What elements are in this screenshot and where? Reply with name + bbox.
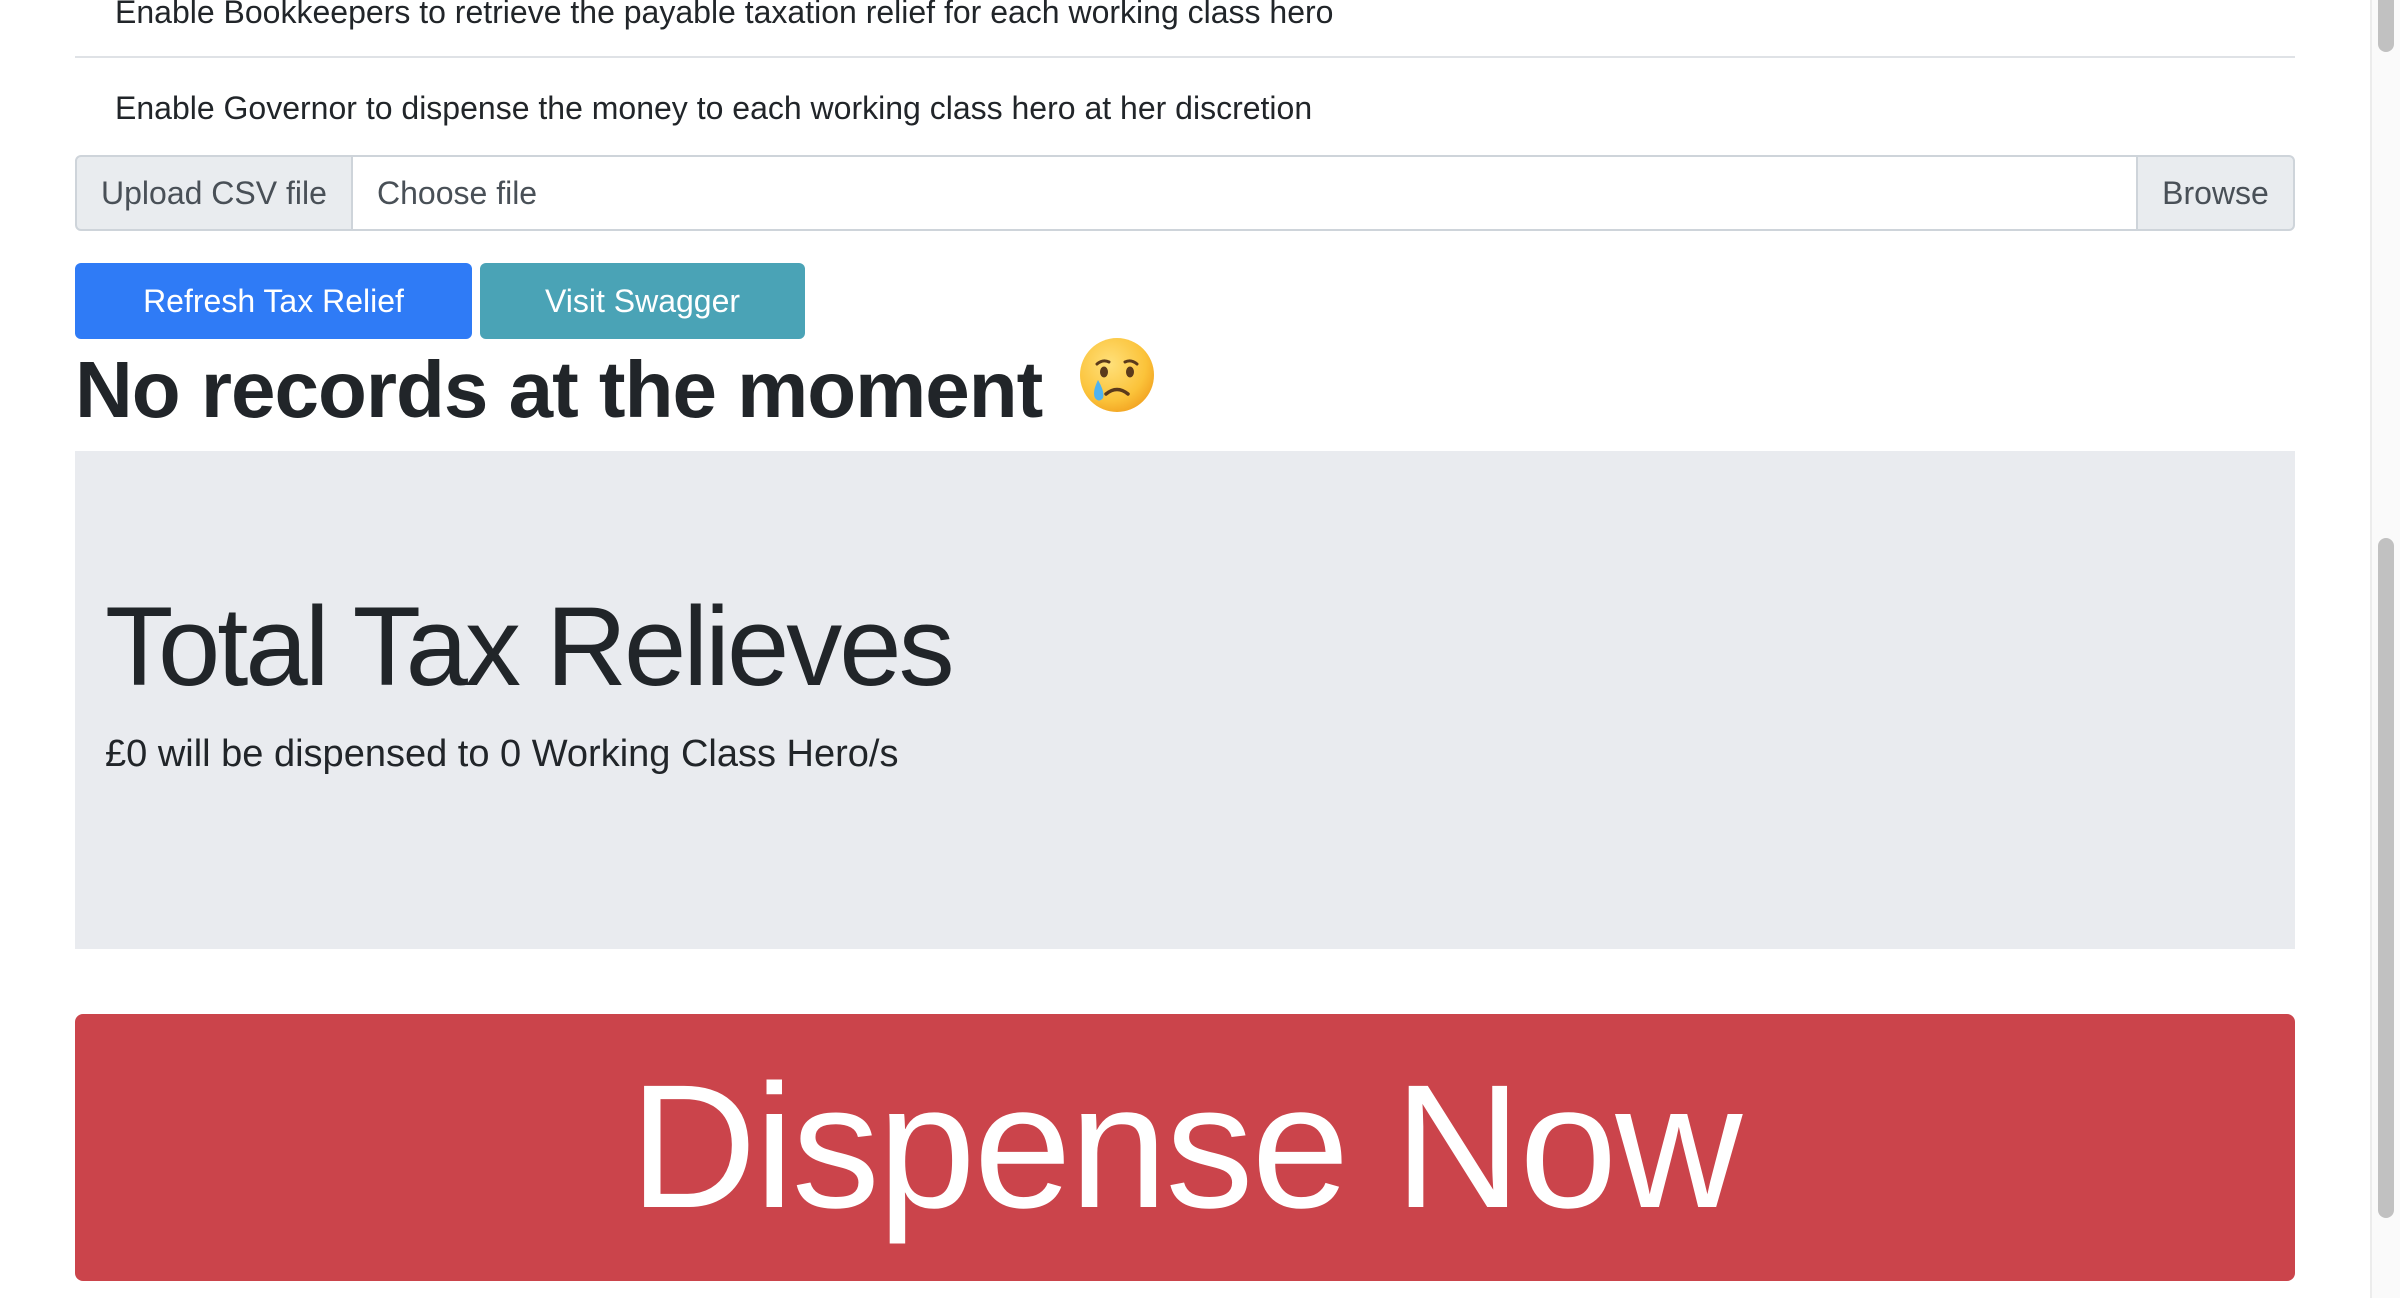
requirement-item: Enable Bookkeepers to retrieve the payab… [75, 0, 2295, 58]
requirement-text: Enable Governor to dispense the money to… [115, 90, 1313, 126]
csv-upload-group: Upload CSV file Choose file Browse [75, 155, 2295, 231]
refresh-tax-relief-button[interactable]: Refresh Tax Relief Table [75, 263, 472, 395]
scrollbar-thumb[interactable] [2378, 538, 2394, 1218]
upload-csv-label: Upload CSV file [75, 155, 353, 231]
file-input[interactable]: Choose file [353, 155, 2136, 231]
requirement-item: Enable Governor to dispense the money to… [75, 88, 2295, 128]
page: Enable Bookkeepers to retrieve the payab… [0, 0, 2400, 1298]
requirement-text: Enable Bookkeepers to retrieve the payab… [115, 0, 1334, 30]
tax-relief-summary: Total Tax Relieves £0 will be dispensed … [75, 451, 2295, 949]
browse-button[interactable]: Browse [2136, 155, 2295, 231]
dispense-now-button[interactable]: Dispense Now [75, 1014, 2295, 1281]
crying-face-icon [1078, 336, 1156, 437]
no-records-heading: No records at the moment [75, 338, 1156, 440]
no-records-text: No records at the moment [75, 345, 1043, 434]
summary-title: Total Tax Relieves [105, 584, 955, 709]
visit-swagger-button[interactable]: Visit Swagger [480, 263, 805, 339]
summary-text: £0 will be dispensed to 0 Working Class … [105, 733, 899, 775]
vertical-scrollbar[interactable] [2370, 0, 2400, 1298]
scrollbar-top-edge [2378, 0, 2394, 52]
